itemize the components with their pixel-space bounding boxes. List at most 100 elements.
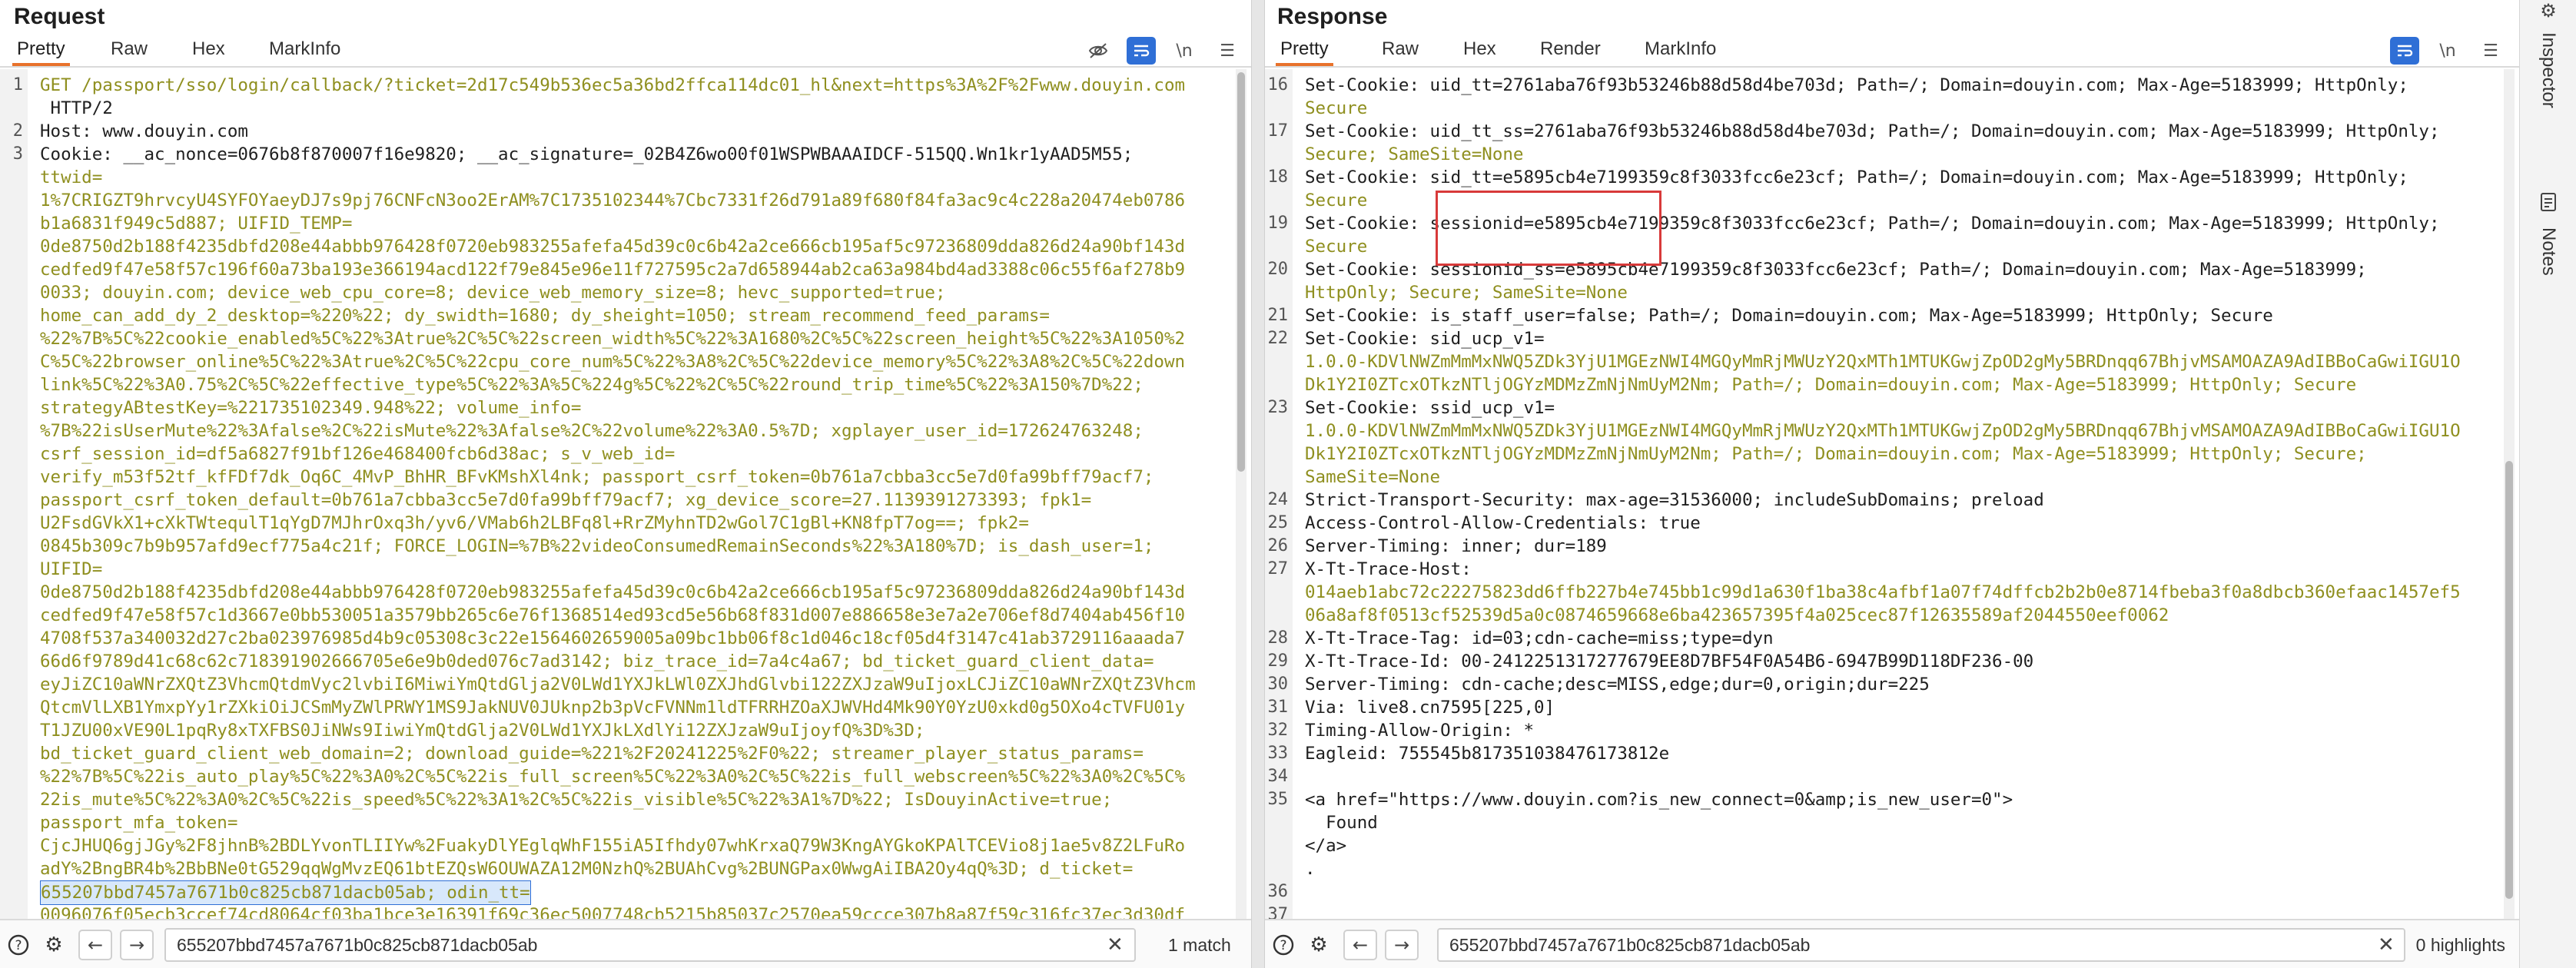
line-number: 18 — [1267, 167, 1289, 187]
code-line: 1.0.0-KDVlNWZmMmMxNWQ5ZDk3YjU1MGEzNWI4MG… — [1305, 352, 2461, 372]
code-line: passport_mfa_token= — [40, 813, 238, 833]
search-next-button[interactable]: → — [1385, 930, 1419, 960]
line-number: 33 — [1267, 744, 1289, 763]
settings-gear-icon[interactable]: ⚙ — [1303, 930, 1334, 960]
request-gutter — [0, 69, 28, 919]
search-prev-button[interactable]: ← — [1343, 930, 1377, 960]
response-editor[interactable]: 16 Set-Cookie: uid_tt=2761aba76f93b53246b… — [1265, 69, 2519, 919]
code-line: X-Tt-Trace-Host: — [1305, 559, 1472, 579]
code-line: X-Tt-Trace-Tag: id=03;cdn-cache=miss;typ… — [1305, 628, 1774, 648]
menu-icon[interactable]: ☰ — [2476, 37, 2505, 65]
svg-text:?: ? — [1280, 938, 1286, 953]
code-line: adY%2BngBR4b%2BbBNe0tG529qqWgMvzEQ61btEZ… — [40, 859, 1134, 879]
pane-splitter[interactable] — [1251, 0, 1265, 968]
wrap-icon[interactable] — [1127, 37, 1156, 65]
response-tab-markinfo[interactable]: MarkInfo — [1640, 34, 1721, 66]
request-searchbar: ? ⚙ ← → 655207bbd7457a7671b0c825cb871dac… — [0, 919, 1251, 968]
request-tab-markinfo[interactable]: MarkInfo — [264, 34, 345, 66]
code-line: cedfed9f47e58f57c196f60a73ba193e366194ac… — [40, 260, 1186, 280]
line-number: 1 — [12, 75, 23, 94]
response-search-input[interactable]: 655207bbd7457a7671b0c825cb871dacb05ab — [1437, 928, 2405, 962]
code-line: GET /passport/sso/login/callback/?ticket… — [40, 75, 1186, 95]
line-number: 32 — [1267, 721, 1289, 740]
code-line: Secure — [1305, 191, 1368, 211]
rail-inspector[interactable]: ⚙ Inspector — [2520, 0, 2576, 108]
line-number: 34 — [1267, 767, 1289, 786]
code-line: QtcmVlLXB1YmxpYy1rZXkiOiJCSmMyZWlPRWY1MS… — [40, 698, 1186, 718]
code-line: T1JZU00xVE90L1pqRy8xTXFBS0JiNWs9IiwiYmQt… — [40, 721, 925, 741]
code-line: . — [1305, 859, 1316, 879]
line-number: 27 — [1267, 559, 1289, 578]
wrap-icon[interactable] — [2390, 37, 2419, 65]
response-tab-hex[interactable]: Hex — [1459, 34, 1501, 66]
menu-icon[interactable]: ☰ — [1213, 37, 1242, 65]
code-line: strategyABtestKey=%221735102349.948%22; … — [40, 398, 582, 418]
clear-search-icon[interactable]: ✕ — [2378, 928, 2395, 962]
line-number: 20 — [1267, 260, 1289, 279]
rail-notes-label: Notes — [2538, 227, 2559, 276]
response-highlight-count: 0 highlights — [2415, 935, 2505, 955]
response-title: Response — [1277, 4, 1388, 29]
code-line: Set-Cookie: uid_tt=2761aba76f93b53246b88… — [1305, 75, 2408, 95]
request-search-input[interactable]: 655207bbd7457a7671b0c825cb871dacb05ab — [164, 928, 1136, 962]
code-line: SameSite=None — [1305, 467, 1441, 487]
request-tab-raw[interactable]: Raw — [106, 34, 152, 66]
request-scroll-thumb[interactable] — [1237, 72, 1245, 472]
newline-icon[interactable]: \n — [2433, 37, 2462, 65]
response-scroll-thumb[interactable] — [2505, 461, 2513, 899]
request-tab-hex[interactable]: Hex — [188, 34, 230, 66]
code-line: Dk1Y2I0ZTcxOTkzNTljOGYzMDMzZmNjNmUyM2Nm;… — [1305, 375, 2357, 395]
request-pane: Request Pretty Raw Hex MarkInfo \n ☰ 1 GE… — [0, 0, 1251, 968]
line-number: 23 — [1267, 398, 1289, 417]
code-line: Secure — [1305, 98, 1368, 118]
code-line: Host: www.douyin.com — [40, 121, 248, 141]
code-line: Found — [1305, 813, 1378, 833]
response-tab-render[interactable]: Render — [1535, 34, 1605, 66]
request-match-count: 1 match — [1168, 935, 1231, 955]
code-line: Set-Cookie: uid_tt_ss=2761aba76f93b53246… — [1305, 121, 2440, 141]
clear-search-icon[interactable]: ✕ — [1107, 928, 1124, 962]
response-tab-pretty[interactable]: Pretty — [1276, 34, 1333, 66]
line-number: 21 — [1267, 306, 1289, 325]
code-line: <a href="https://www.douyin.com?is_new_c… — [1305, 790, 2013, 810]
code-line: 1%7CRIGZT9hrvcyU4SYFOYaeyDJ7s9pj76CNFcN3… — [40, 191, 1186, 211]
newline-icon[interactable]: \n — [1170, 37, 1199, 65]
search-prev-button[interactable]: ← — [78, 930, 112, 960]
rail-inspector-label: Inspector — [2538, 32, 2559, 108]
code-line: Secure — [1305, 237, 1368, 257]
line-number: 28 — [1267, 628, 1289, 648]
line-number: 22 — [1267, 329, 1289, 348]
code-line: verify_m53f52tf_kfFDf7dk_Oq6C_4MvP_BhHR_… — [40, 467, 1154, 487]
code-line: Via: live8.cn7595[225,0] — [1305, 698, 1555, 718]
request-scrollbar[interactable] — [1236, 69, 1247, 919]
code-line: Set-Cookie: sid_tt=e5895cb4e7199359c8f30… — [1305, 167, 2408, 187]
response-scrollbar[interactable] — [2504, 69, 2515, 919]
code-line: CjcJHUQ6gjJGy%2F8jhnB%2BDLYvonTLIIYw%2Fu… — [40, 836, 1186, 856]
eye-off-icon[interactable] — [1084, 37, 1113, 65]
code-line: 66d6f9789d41c68c62c718391902666705e6e9b0… — [40, 651, 1154, 671]
line-number: 31 — [1267, 698, 1289, 717]
sessionid-highlight-box — [1436, 191, 1661, 266]
response-tab-raw[interactable]: Raw — [1377, 34, 1423, 66]
help-icon[interactable]: ? — [3, 930, 34, 960]
code-line: Access-Control-Allow-Credentials: true — [1305, 513, 1701, 533]
settings-gear-icon[interactable]: ⚙ — [38, 930, 69, 960]
search-next-button[interactable]: → — [120, 930, 154, 960]
help-icon[interactable]: ? — [1268, 930, 1299, 960]
response-pane: Response Pretty Raw Hex Render MarkInfo … — [1265, 0, 2519, 968]
line-number: 16 — [1267, 75, 1289, 94]
code-line: %22%7B%5C%22cookie_enabled%5C%22%3Atrue%… — [40, 329, 1186, 349]
rail-notes[interactable]: Notes — [2520, 192, 2576, 276]
settings-sliders-icon: ⚙ — [2540, 0, 2557, 22]
svg-text:?: ? — [15, 938, 22, 953]
code-line: Server-Timing: cdn-cache;desc=MISS,edge;… — [1305, 675, 1930, 695]
line-number: 36 — [1267, 882, 1289, 901]
code-line: C%5C%22browser_online%5C%22%3Atrue%2C%5C… — [40, 352, 1186, 372]
code-line: Cookie: __ac_nonce=0676b8f870007f16e9820… — [40, 144, 1134, 164]
request-editor[interactable]: 1 GET /passport/sso/login/callback/?ticke… — [0, 69, 1251, 919]
code-line: U2FsdGVkX1+cXkTWtequlT1qYgD7MJhrOxq3h/yv… — [40, 513, 1029, 533]
line-number: 19 — [1267, 214, 1289, 233]
right-sidebar: ⚙ Inspector Notes — [2519, 0, 2576, 968]
request-tab-pretty[interactable]: Pretty — [12, 34, 70, 66]
code-line: b1a6831f949c5d887; UIFID_TEMP= — [40, 214, 353, 234]
